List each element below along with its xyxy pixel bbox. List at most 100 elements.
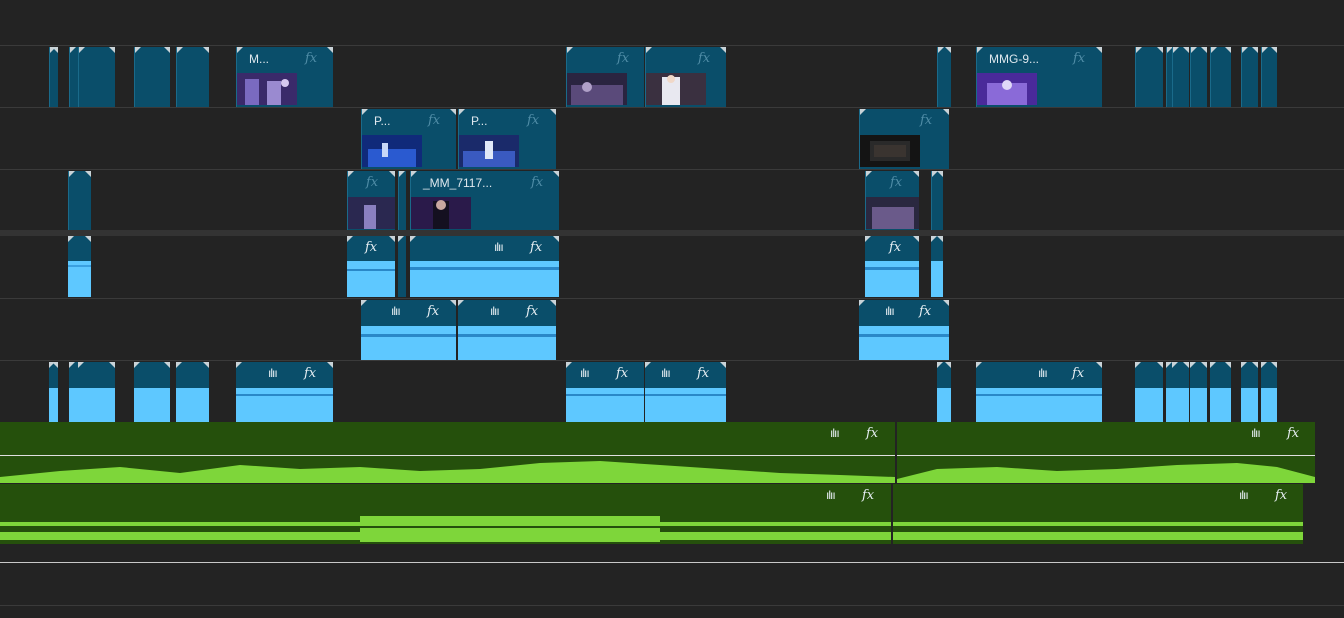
audio-clip[interactable] xyxy=(1241,362,1258,422)
music-track-2[interactable]: ılıı fx ılıı fx xyxy=(0,484,1344,545)
video-clip[interactable]: fx xyxy=(645,47,726,107)
audio-clip[interactable] xyxy=(931,236,943,297)
clip-thumbnail xyxy=(866,197,919,229)
clip-thumbnail xyxy=(860,135,920,167)
audio-clip[interactable] xyxy=(937,362,951,422)
audio-clip[interactable] xyxy=(78,362,115,422)
audio-waveform xyxy=(410,261,559,297)
video-track-v1[interactable]: fx _MM_7117... fx fx xyxy=(0,169,1344,230)
audio-waveform-icon: ılıı xyxy=(830,426,840,440)
audio-clip[interactable]: ılıı fx xyxy=(859,300,949,360)
audio-track-a1[interactable]: fx ılıı fx fx xyxy=(0,236,1344,298)
audio-clip[interactable]: fx xyxy=(865,236,919,297)
video-clip[interactable]: P... fx xyxy=(458,109,556,169)
fx-badge: fx xyxy=(616,366,629,381)
audio-waveform xyxy=(458,326,556,360)
audio-waveform xyxy=(897,457,1315,483)
audio-waveform xyxy=(893,510,1303,544)
video-clip[interactable] xyxy=(1135,47,1163,107)
audio-clip[interactable] xyxy=(1261,362,1277,422)
sequence-timeline: M... fx fx fx MMG-9... fx P... fx P... f… xyxy=(0,0,1344,618)
audio-clip[interactable]: ılıı fx xyxy=(645,362,726,422)
video-clip[interactable]: _MM_7117... fx xyxy=(410,171,559,230)
music-track-1[interactable]: ılıı fx 1 ılıı fx 1 xyxy=(0,422,1344,484)
video-clip[interactable] xyxy=(69,47,78,107)
video-track-v3[interactable]: M... fx fx fx MMG-9... fx xyxy=(0,45,1344,107)
video-clip[interactable]: M... fx xyxy=(236,47,333,107)
fx-badge: fx xyxy=(305,51,318,66)
audio-clip[interactable] xyxy=(68,236,91,297)
clip-name: P... xyxy=(471,114,488,128)
fx-badge: fx xyxy=(890,175,903,190)
timeline-ruler-area[interactable] xyxy=(0,0,1344,45)
video-clip[interactable]: fx xyxy=(865,171,919,230)
music-clip[interactable]: ılıı fx 1 xyxy=(0,422,895,483)
clip-thumbnail xyxy=(977,73,1037,105)
audio-track-a3[interactable]: ılıı fx ılıı fx ılıı fx ılıı fx xyxy=(0,360,1344,422)
audio-clip[interactable]: ılıı fx xyxy=(361,300,456,360)
video-clip[interactable] xyxy=(937,47,951,107)
video-clip[interactable] xyxy=(1190,47,1207,107)
audio-clip[interactable]: ılıı fx xyxy=(976,362,1102,422)
fx-badge: fx xyxy=(889,240,902,255)
audio-waveform-icon: ılıı xyxy=(580,366,590,380)
audio-clip[interactable] xyxy=(1210,362,1231,422)
audio-clip[interactable]: ılıı fx xyxy=(458,300,556,360)
video-clip[interactable] xyxy=(134,47,170,107)
fx-badge: fx xyxy=(365,240,378,255)
video-clip[interactable] xyxy=(78,47,115,107)
clip-thumbnail xyxy=(646,73,706,105)
video-clip[interactable] xyxy=(176,47,209,107)
audio-waveform xyxy=(865,261,919,297)
clip-name: P... xyxy=(374,114,391,128)
audio-waveform-icon: ılıı xyxy=(1038,366,1048,380)
video-clip[interactable] xyxy=(398,171,406,230)
video-clip[interactable]: MMG-9... fx xyxy=(976,47,1102,107)
music-clip[interactable]: ılıı fx 1 xyxy=(897,422,1315,483)
audio-waveform xyxy=(361,326,456,360)
video-clip[interactable] xyxy=(68,171,91,230)
audio-clip[interactable]: ılıı fx xyxy=(410,236,559,297)
fx-badge: fx xyxy=(1072,366,1085,381)
audio-clip[interactable]: ılıı fx xyxy=(566,362,644,422)
audio-clip[interactable] xyxy=(134,362,170,422)
audio-track-a2[interactable]: ılıı fx ılıı fx ılıı fx xyxy=(0,298,1344,360)
fx-badge: fx xyxy=(428,113,441,128)
video-clip[interactable] xyxy=(931,171,943,230)
music-clip[interactable]: ılıı fx xyxy=(0,484,891,544)
video-clip[interactable] xyxy=(1241,47,1258,107)
audio-clip[interactable] xyxy=(398,236,406,297)
audio-waveform-icon: ılıı xyxy=(826,488,836,502)
video-clip[interactable]: fx xyxy=(347,171,395,230)
music-clip[interactable]: ılıı fx xyxy=(893,484,1303,544)
volume-rubberband[interactable] xyxy=(0,455,895,456)
audio-clip[interactable]: fx xyxy=(347,236,395,297)
clip-thumbnail xyxy=(459,135,519,167)
audio-clip[interactable] xyxy=(1172,362,1189,422)
clip-name: M... xyxy=(249,52,269,66)
video-clip[interactable] xyxy=(1210,47,1231,107)
audio-waveform xyxy=(68,261,91,297)
audio-clip[interactable] xyxy=(176,362,209,422)
video-clip[interactable]: fx xyxy=(566,47,644,107)
volume-rubberband[interactable] xyxy=(897,455,1315,456)
fx-badge: fx xyxy=(1275,488,1288,503)
clip-thumbnail xyxy=(567,73,627,105)
audio-clip[interactable] xyxy=(69,362,78,422)
empty-track[interactable] xyxy=(0,563,1344,605)
clip-thumbnail xyxy=(362,135,422,167)
audio-clip[interactable] xyxy=(1135,362,1163,422)
video-clip[interactable] xyxy=(1261,47,1277,107)
fx-badge: fx xyxy=(366,175,379,190)
video-track-v2[interactable]: P... fx P... fx fx xyxy=(0,107,1344,169)
clip-name: _MM_7117... xyxy=(423,176,493,190)
audio-clip[interactable] xyxy=(49,362,58,422)
video-clip[interactable]: fx xyxy=(859,109,949,169)
video-clip[interactable] xyxy=(49,47,58,107)
fx-badge: fx xyxy=(527,113,540,128)
audio-clip[interactable] xyxy=(1190,362,1207,422)
empty-track[interactable] xyxy=(0,605,1344,618)
video-clip[interactable] xyxy=(1172,47,1189,107)
video-clip[interactable]: P... fx xyxy=(361,109,456,169)
audio-clip[interactable]: ılıı fx xyxy=(236,362,333,422)
